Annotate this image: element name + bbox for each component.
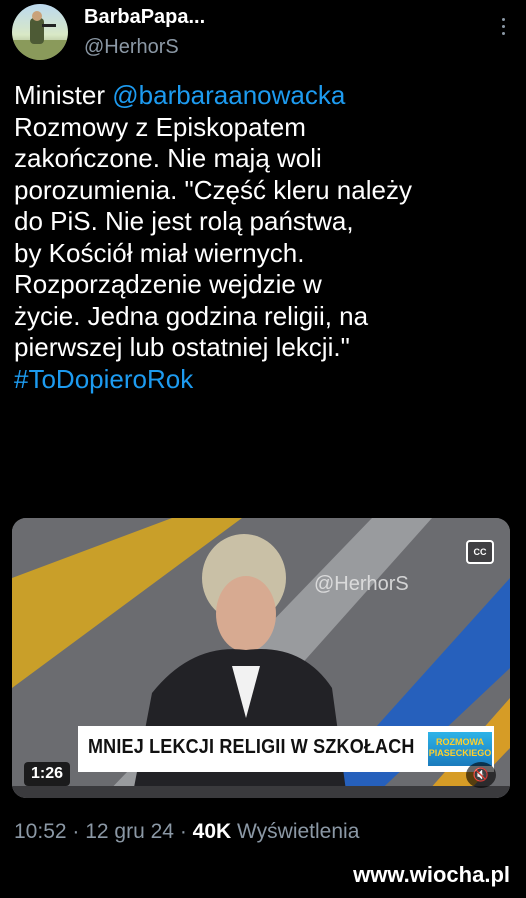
tweet-body: Rozmowy z Episkopatem zakończone. Nie ma… (14, 111, 412, 362)
tweet-date[interactable]: 12 gru 24 (85, 820, 174, 843)
more-options-icon[interactable] (500, 18, 506, 38)
author-handle[interactable]: @HerhorS (84, 36, 179, 59)
lower-third-text: MNIEJ LEKCJI RELIGII W SZKOŁACH (88, 736, 415, 758)
meta-separator: · (173, 820, 193, 843)
avatar-image (12, 11, 68, 60)
views-label: Wyświetlenia (231, 820, 360, 843)
speaker-muted-icon[interactable]: 🔇 (466, 762, 496, 788)
captions-button[interactable]: CC (466, 540, 494, 564)
tweet-time[interactable]: 10:52 (14, 820, 67, 843)
show-logo-line2: PIASECKIEGO (428, 748, 492, 758)
video-watermark: @HerhorS (314, 573, 409, 595)
tweet-meta: 10:52 · 12 gru 24 · 40K Wyświetlenia (14, 820, 359, 844)
site-watermark: www.wiocha.pl (353, 862, 510, 887)
news-lower-third: MNIEJ LEKCJI RELIGII W SZKOŁACH ROZMOWA … (78, 726, 494, 772)
mention-link[interactable]: @barbaraanowacka (112, 80, 345, 110)
hashtag-link[interactable]: #ToDopieroRok (14, 364, 193, 394)
tweet-text: Minister @barbaraanowacka Rozmowy z Epis… (14, 80, 519, 395)
author-display-name[interactable]: BarbaPapa... (84, 6, 205, 29)
meta-separator: · (66, 820, 86, 843)
tweet-prefix: Minister (14, 80, 113, 110)
video-player[interactable]: @HerhorS CC MNIEJ LEKCJI RELIGII W SZKOŁ… (12, 518, 510, 798)
show-logo: ROZMOWA PIASECKIEGO (428, 732, 492, 766)
video-duration: 1:26 (24, 762, 71, 786)
tweet-header: BarbaPapa... @HerhorS (12, 4, 514, 68)
avatar[interactable] (12, 4, 68, 60)
show-logo-line1: ROZMOWA (436, 737, 484, 747)
view-count: 40K (192, 820, 232, 843)
